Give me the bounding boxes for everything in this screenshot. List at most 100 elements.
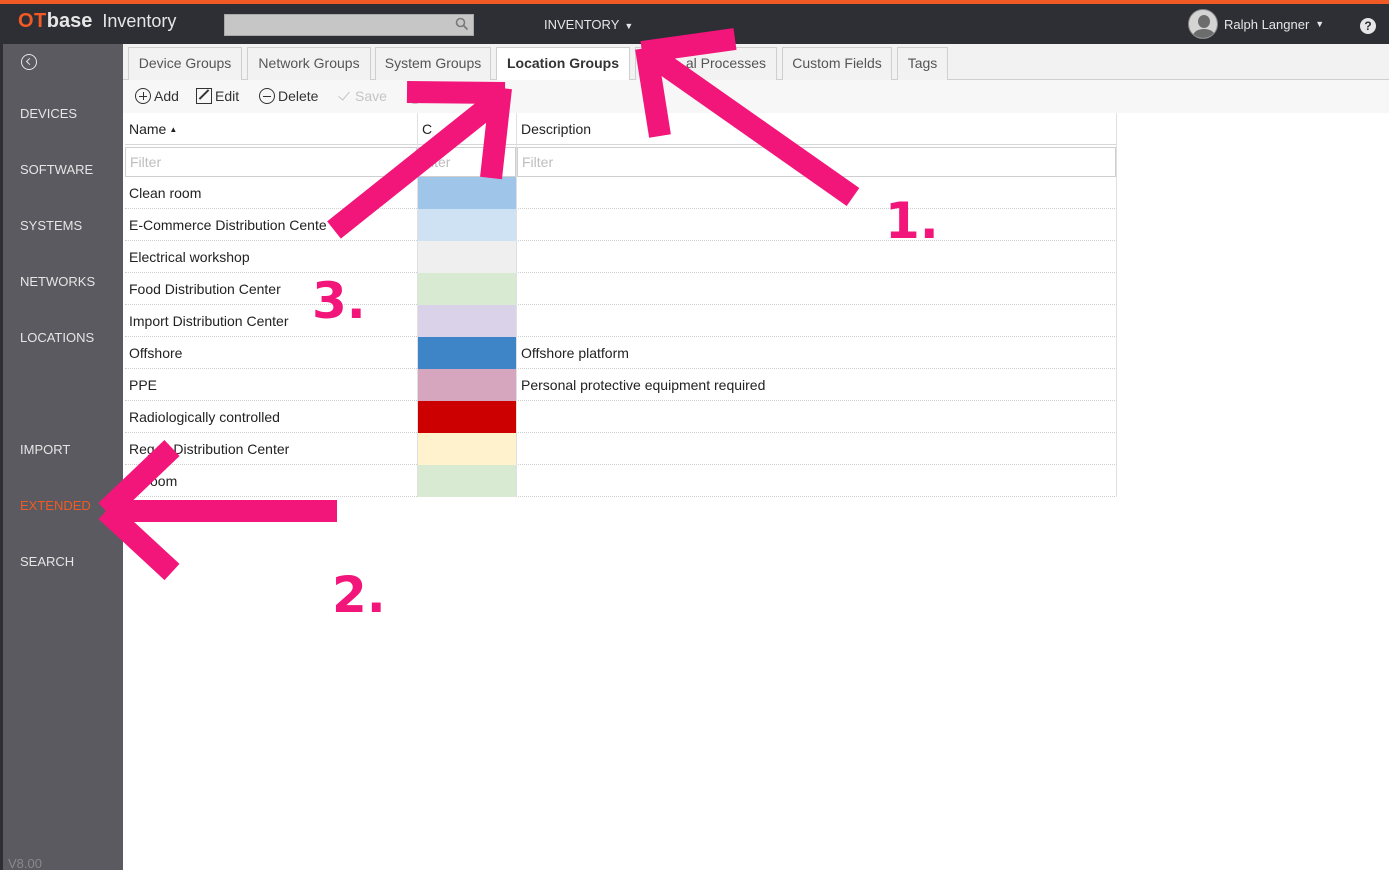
column-header-description[interactable]: Description bbox=[517, 113, 1117, 145]
add-button[interactable]: Add bbox=[135, 88, 179, 104]
cell-color bbox=[417, 241, 517, 273]
sidebar-item-search[interactable]: SEARCH bbox=[20, 554, 74, 569]
cell-name: Electrical workshop bbox=[129, 249, 250, 265]
user-name: Ralph Langner bbox=[1224, 16, 1310, 32]
cell-description bbox=[517, 401, 1117, 433]
cell-name: E-Commerce Distribution Cente bbox=[129, 217, 327, 233]
cell-color bbox=[417, 465, 517, 497]
name-filter-input[interactable] bbox=[125, 147, 417, 177]
column-header-name[interactable]: Name ▲ bbox=[125, 113, 417, 145]
cell-color bbox=[417, 401, 517, 433]
cell-color bbox=[417, 209, 517, 241]
left-sidebar: DEVICES SOFTWARE SYSTEMS NETWORKS LOCATI… bbox=[0, 44, 123, 870]
table-row[interactable]: PPE Personal protective equipment require… bbox=[125, 369, 1117, 401]
caret-down-icon: ▼ bbox=[624, 21, 634, 31]
tab-device-groups[interactable]: Device Groups bbox=[128, 47, 242, 80]
delete-icon bbox=[259, 88, 275, 104]
annotation-label-3: 3. bbox=[312, 272, 366, 330]
tab-network-groups[interactable]: Network Groups bbox=[247, 47, 371, 80]
color-filter-input[interactable] bbox=[418, 147, 516, 177]
cell-color bbox=[417, 369, 517, 401]
help-icon[interactable]: ? bbox=[1360, 18, 1376, 34]
version-label: V8.00 bbox=[8, 856, 42, 870]
module-menu-dropdown[interactable]: INVENTORY ▼ bbox=[544, 17, 633, 32]
filter-cell-name bbox=[125, 145, 417, 177]
cell-name: Reg al Distribution Center bbox=[129, 441, 290, 457]
tab-system-groups[interactable]: System Groups bbox=[375, 47, 491, 80]
save-button[interactable]: Save bbox=[336, 88, 387, 104]
cell-name: Clean room bbox=[129, 185, 202, 201]
back-arrow-icon[interactable] bbox=[21, 54, 37, 70]
cell-color bbox=[417, 273, 517, 305]
filter-cell-description bbox=[517, 145, 1117, 177]
logo-base-text: base bbox=[46, 10, 93, 32]
avatar bbox=[1188, 9, 1218, 39]
sidebar-item-extended[interactable]: EXTENDED bbox=[20, 498, 91, 513]
table-row[interactable]: er room bbox=[125, 465, 1117, 497]
table-row[interactable]: E-Commerce Distribution Cente bbox=[125, 209, 1117, 241]
cell-color bbox=[417, 433, 517, 465]
location-groups-grid: Name▲ C Description Clean room E-Commerce… bbox=[125, 113, 1117, 497]
color-swatch bbox=[418, 241, 516, 273]
cell-description bbox=[517, 465, 1117, 497]
save-button-label: Save bbox=[355, 88, 387, 104]
color-swatch bbox=[418, 273, 516, 305]
grid-toolbar: Add Edit Delete Save bbox=[123, 80, 1389, 113]
cell-name: Import Distribution Center bbox=[129, 313, 289, 329]
sidebar-item-software[interactable]: SOFTWARE bbox=[20, 162, 93, 177]
table-row[interactable]: Clean room bbox=[125, 177, 1117, 209]
caret-down-icon: ▼ bbox=[1315, 19, 1325, 29]
sidebar-item-locations[interactable]: LOCATIONS bbox=[20, 330, 94, 345]
color-swatch bbox=[418, 177, 516, 209]
color-swatch bbox=[418, 337, 516, 369]
column-header-color[interactable]: C bbox=[417, 113, 517, 145]
cell-description bbox=[517, 273, 1117, 305]
edit-button[interactable]: Edit bbox=[196, 88, 239, 104]
cell-color bbox=[417, 177, 517, 209]
app-title: Inventory bbox=[102, 11, 177, 31]
search-icon bbox=[455, 17, 469, 31]
cell-description bbox=[517, 177, 1117, 209]
app-logo[interactable]: OT base Inventory bbox=[18, 10, 176, 36]
global-search-input[interactable] bbox=[224, 14, 474, 36]
delete-button[interactable]: Delete bbox=[259, 88, 318, 104]
sidebar-item-networks[interactable]: NETWORKS bbox=[20, 274, 95, 289]
grid-header-row: Name ▲ C Description bbox=[125, 113, 1117, 145]
table-row[interactable]: Offshore Offshore platform bbox=[125, 337, 1117, 369]
sidebar-item-systems[interactable]: SYSTEMS bbox=[20, 218, 82, 233]
top-bar: OT base Inventory INVENTORY ▼ Ralph Langn… bbox=[0, 0, 1389, 44]
tab-location-groups[interactable]: Location Groups bbox=[496, 47, 630, 81]
sidebar-item-devices[interactable]: DEVICES bbox=[20, 106, 77, 121]
table-row[interactable]: Import Distribution Center bbox=[125, 305, 1117, 337]
annotation-label-1: 1. bbox=[885, 192, 939, 250]
color-swatch bbox=[418, 369, 516, 401]
cell-description: Offshore platform bbox=[517, 337, 1117, 369]
cell-name: PPE bbox=[129, 377, 158, 393]
cell-description bbox=[517, 209, 1117, 241]
cell-name: Food Distribution Center bbox=[129, 281, 281, 297]
module-menu-label: INVENTORY bbox=[544, 17, 620, 32]
edit-button-label: Edit bbox=[215, 88, 240, 104]
table-row[interactable]: Food Distribution Center bbox=[125, 273, 1117, 305]
cell-description bbox=[517, 241, 1117, 273]
column-header-name-label: Name bbox=[129, 121, 167, 137]
color-swatch bbox=[418, 433, 516, 465]
add-button-label: Add bbox=[154, 88, 179, 104]
user-menu[interactable]: Ralph Langner ▼ bbox=[1188, 9, 1325, 39]
logo-ot-text: OT bbox=[18, 10, 47, 32]
app-window: OT base Inventory INVENTORY ▼ Ralph Langn… bbox=[0, 0, 1389, 870]
tab-custom-fields[interactable]: Custom Fields bbox=[782, 47, 892, 80]
color-swatch bbox=[418, 465, 516, 497]
tab-tags[interactable]: Tags bbox=[897, 47, 948, 80]
color-swatch bbox=[418, 305, 516, 337]
table-row[interactable]: Reg al Distribution Center bbox=[125, 433, 1117, 465]
cancel-button[interactable] bbox=[407, 88, 426, 104]
add-icon bbox=[135, 88, 151, 104]
description-filter-input[interactable] bbox=[517, 147, 1116, 177]
table-row[interactable]: Electrical workshop bbox=[125, 241, 1117, 273]
cell-description: Personal protective equipment required bbox=[517, 369, 1117, 401]
cell-color bbox=[417, 337, 517, 369]
tab-processes[interactable]: al Processes bbox=[635, 47, 777, 80]
table-row[interactable]: Radiologically controlled bbox=[125, 401, 1117, 433]
sidebar-item-import[interactable]: IMPORT bbox=[20, 442, 70, 457]
